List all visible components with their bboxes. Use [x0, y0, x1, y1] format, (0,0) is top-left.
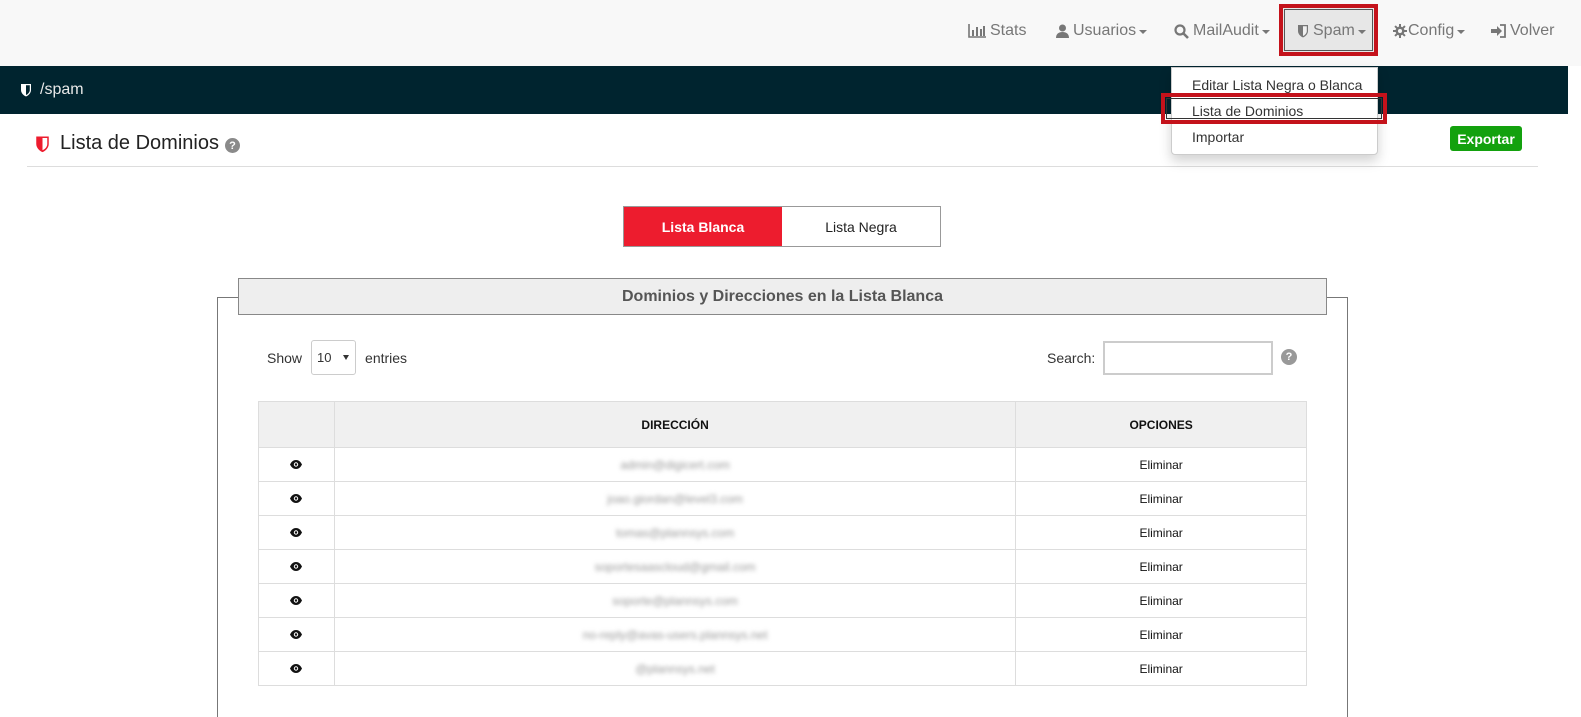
- delete-link[interactable]: Eliminar: [1015, 651, 1307, 686]
- entries-select[interactable]: 10: [311, 340, 357, 375]
- top-navbar: Stats Usuarios MailAudit Spam Config Vol: [0, 0, 1581, 66]
- view-cell[interactable]: [258, 583, 335, 618]
- table-row: admin@digicert.com Eliminar: [258, 447, 1307, 482]
- view-cell[interactable]: [258, 515, 335, 550]
- nav-spam-label: Spam: [1313, 22, 1355, 39]
- table-row: joao.giordan@level3.com Eliminar: [258, 481, 1307, 516]
- shield-icon: [35, 135, 50, 153]
- eye-icon[interactable]: [290, 526, 303, 540]
- gear-icon: [1393, 24, 1407, 38]
- address-cell: admin@digicert.com: [333, 447, 1017, 482]
- nav-mailaudit[interactable]: MailAudit: [1174, 0, 1270, 62]
- column-header-view: [258, 401, 335, 448]
- address-cell: no-reply@avas-users.plannsys.net: [333, 617, 1017, 652]
- address-cell: @plannsys.net: [333, 651, 1017, 686]
- delete-link[interactable]: Eliminar: [1015, 447, 1307, 482]
- list-toggle: Lista Blanca Lista Negra: [623, 206, 941, 247]
- address-cell: soporte@plannsys.com: [333, 583, 1017, 618]
- nav-config-label: Config: [1408, 22, 1455, 39]
- table-header-row: DIRECCIÓN OPCIONES: [258, 401, 1307, 448]
- view-cell[interactable]: [258, 481, 335, 516]
- nav-volver-label: Volver: [1510, 22, 1555, 39]
- tab-lista-blanca[interactable]: Lista Blanca: [624, 207, 782, 246]
- column-header-opciones[interactable]: OPCIONES: [1015, 401, 1307, 448]
- table-row: no-reply@avas-users.plannsys.net Eliminar: [258, 617, 1307, 652]
- table-row: tomas@plannsys.com Eliminar: [258, 515, 1307, 550]
- search-label: Search:: [1047, 350, 1096, 366]
- table-row: soportesaascloud@gmail.com Eliminar: [258, 549, 1307, 584]
- tab-lista-negra[interactable]: Lista Negra: [782, 207, 940, 246]
- export-button[interactable]: Exportar: [1450, 126, 1522, 151]
- view-cell[interactable]: [258, 549, 335, 584]
- eye-icon[interactable]: [290, 594, 303, 608]
- nav-usuarios[interactable]: Usuarios: [1056, 0, 1148, 62]
- spam-dropdown-menu: Editar Lista Negra o Blanca Lista de Dom…: [1171, 67, 1378, 155]
- help-icon[interactable]: ?: [1281, 349, 1297, 365]
- view-cell[interactable]: [258, 447, 335, 482]
- delete-link[interactable]: Eliminar: [1015, 617, 1307, 652]
- chevron-down-icon: [1261, 30, 1270, 34]
- nav-mailaudit-label: MailAudit: [1193, 22, 1259, 39]
- eye-icon[interactable]: [290, 560, 303, 574]
- panel-title: Dominios y Direcciones en la Lista Blanc…: [238, 278, 1327, 315]
- column-header-direccion[interactable]: DIRECCIÓN: [333, 401, 1017, 448]
- search-input[interactable]: [1103, 341, 1274, 375]
- nav-stats[interactable]: Stats: [968, 0, 1026, 62]
- nav-usuarios-label: Usuarios: [1073, 22, 1137, 39]
- delete-link[interactable]: Eliminar: [1015, 549, 1307, 584]
- eye-icon[interactable]: [290, 628, 303, 642]
- chevron-down-icon: [1139, 30, 1148, 34]
- table-row: soporte@plannsys.com Eliminar: [258, 583, 1307, 618]
- nav-spam[interactable]: Spam: [1297, 0, 1366, 62]
- bar-chart-icon: [968, 24, 986, 38]
- shield-icon: [1297, 24, 1309, 38]
- eye-icon[interactable]: [290, 662, 303, 676]
- nav-config[interactable]: Config: [1393, 0, 1466, 62]
- help-icon[interactable]: ?: [224, 138, 240, 153]
- breadcrumb: /spam: [40, 81, 84, 98]
- address-cell: tomas@plannsys.com: [333, 515, 1017, 550]
- menu-item-lista-dominios[interactable]: Lista de Dominios: [1192, 103, 1303, 119]
- show-label: Show: [267, 349, 303, 366]
- nav-stats-label: Stats: [990, 22, 1027, 39]
- show-entries-control: Show 10 entries: [267, 340, 407, 375]
- chevron-down-icon: [1357, 30, 1366, 34]
- menu-item-editar-lista[interactable]: Editar Lista Negra o Blanca: [1192, 77, 1362, 93]
- user-icon: [1056, 24, 1069, 38]
- address-cell: soportesaascloud@gmail.com: [333, 549, 1017, 584]
- table-body: admin@digicert.com Eliminar joao.giordan@l…: [258, 447, 1307, 686]
- sign-in-icon: [1491, 24, 1506, 38]
- table-row: @plannsys.net Eliminar: [258, 651, 1307, 686]
- nav-volver[interactable]: Volver: [1491, 0, 1554, 62]
- search-control: Search:: [1047, 341, 1274, 375]
- delete-link[interactable]: Eliminar: [1015, 583, 1307, 618]
- shield-icon: [20, 83, 32, 97]
- delete-link[interactable]: Eliminar: [1015, 515, 1307, 550]
- eye-icon[interactable]: [290, 492, 303, 506]
- search-icon: [1174, 23, 1189, 39]
- page-title-text: Lista de Dominios: [60, 132, 219, 154]
- page-title: Lista de Dominios ?: [35, 132, 240, 155]
- menu-item-importar[interactable]: Importar: [1192, 129, 1244, 145]
- eye-icon[interactable]: [290, 458, 303, 472]
- chevron-down-icon: [1457, 30, 1466, 34]
- chevron-down-icon: [343, 355, 350, 360]
- view-cell[interactable]: [258, 651, 335, 686]
- entries-select-value: 10: [317, 350, 332, 365]
- address-cell: joao.giordan@level3.com: [333, 481, 1017, 516]
- view-cell[interactable]: [258, 617, 335, 652]
- delete-link[interactable]: Eliminar: [1015, 481, 1307, 516]
- entries-label: entries: [365, 349, 408, 366]
- domains-table: DIRECCIÓN OPCIONES admin@digicert.com Eli…: [258, 401, 1307, 686]
